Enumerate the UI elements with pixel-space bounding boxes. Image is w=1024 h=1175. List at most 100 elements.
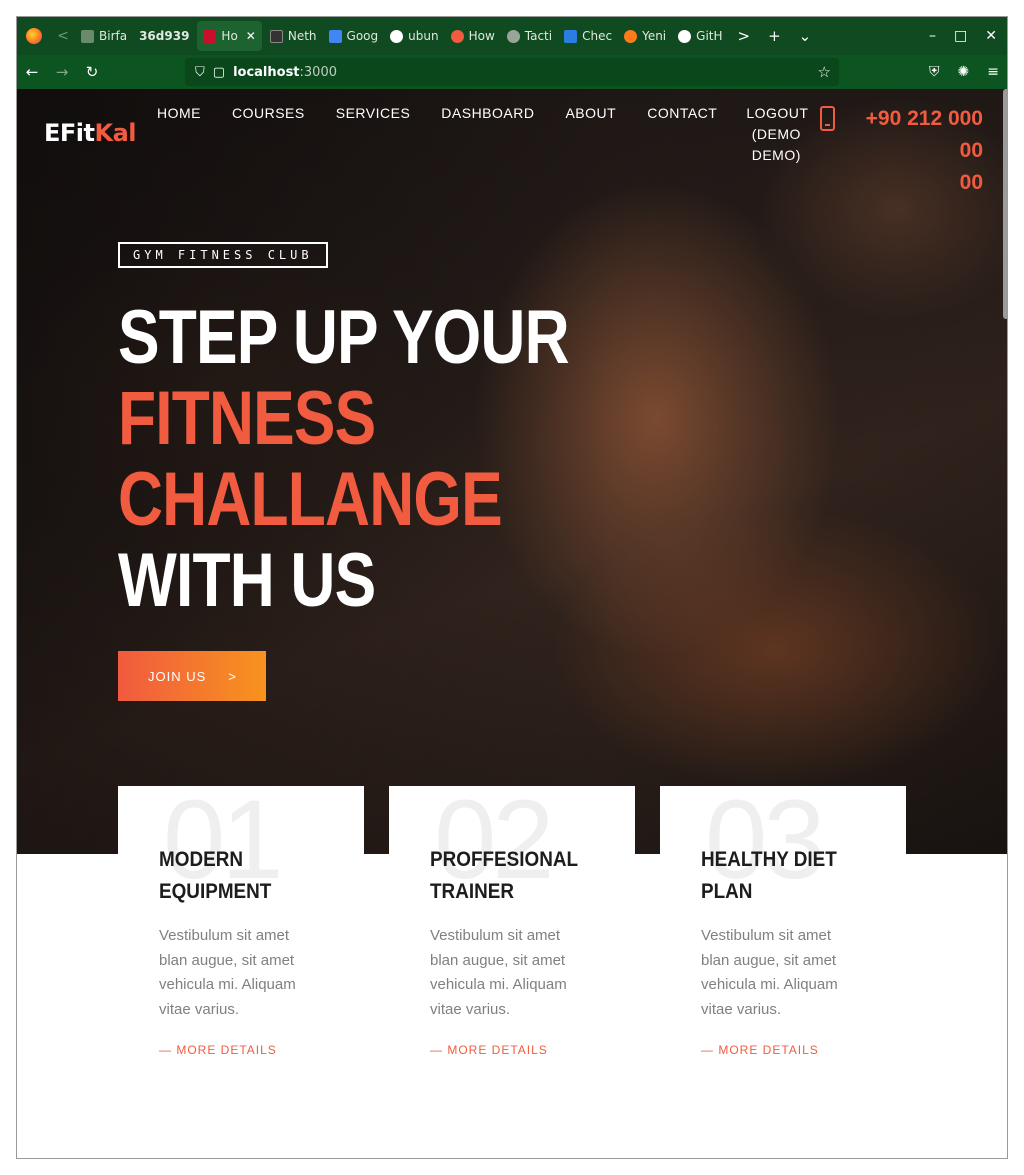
more-details-label: MORE DETAILS bbox=[718, 1043, 819, 1057]
browser-tab[interactable]: Chec bbox=[558, 21, 618, 51]
more-details-link[interactable]: — MORE DETAILS bbox=[159, 1043, 277, 1057]
browser-tab[interactable]: Birfa bbox=[75, 21, 133, 51]
browser-tab[interactable]: Goog bbox=[323, 21, 385, 51]
feature-title-line: TRAINER bbox=[430, 880, 515, 903]
menu-icon[interactable]: ≡ bbox=[987, 64, 999, 80]
tab-label: Ho bbox=[221, 29, 238, 43]
logo-text: EFit bbox=[44, 119, 95, 147]
page-icon: ▢ bbox=[212, 64, 226, 80]
more-details-label: MORE DETAILS bbox=[176, 1043, 277, 1057]
tab-strip: < Birfa 36d939 Ho ✕ Neth Goog ubun How Ta… bbox=[17, 17, 1007, 55]
headline-line-highlight: FITNESS bbox=[118, 376, 376, 461]
tab-label: ubun bbox=[408, 29, 439, 43]
join-us-button[interactable]: JOIN US > bbox=[118, 651, 266, 701]
menu-item-about[interactable]: ABOUT bbox=[565, 103, 616, 166]
new-tab-button[interactable]: + bbox=[759, 27, 790, 45]
logout-label: LOGOUT bbox=[746, 105, 809, 121]
reload-icon[interactable]: ↻ bbox=[77, 63, 107, 81]
headline-line-highlight: CHALLANGE bbox=[118, 457, 503, 542]
close-window-icon[interactable]: ✕ bbox=[985, 28, 997, 44]
google-icon bbox=[390, 29, 404, 43]
back-icon[interactable]: ← bbox=[17, 63, 47, 81]
url-bar[interactable]: ⛉ ▢ localhost:3000 ☆ bbox=[185, 58, 839, 86]
tab-label: GitH bbox=[696, 29, 723, 43]
web-page: EFitKal HOME COURSES SERVICES DASHBOARD … bbox=[17, 89, 1007, 1158]
feature-title: HEALTHY DIET PLAN bbox=[701, 844, 872, 908]
logo-accent-text: Kal bbox=[94, 119, 137, 147]
forward-icon[interactable]: → bbox=[47, 63, 77, 81]
browser-tab[interactable]: ubun bbox=[384, 21, 444, 51]
tab-label: Neth bbox=[287, 29, 317, 43]
tab-label: Tacti bbox=[524, 29, 553, 43]
tab-label: How bbox=[468, 29, 495, 43]
feature-card: 01 MODERN EQUIPMENT Vestibulum sit amet b… bbox=[118, 784, 364, 1086]
feature-card: 02 PROFFESIONAL TRAINER Vestibulum sit am… bbox=[389, 784, 635, 1086]
more-details-label: MORE DETAILS bbox=[447, 1043, 548, 1057]
menu-item-logout[interactable]: LOGOUT (DEMO DEMO) bbox=[746, 103, 809, 166]
maximize-icon[interactable]: □ bbox=[954, 28, 967, 44]
browser-tab[interactable]: Tacti bbox=[501, 21, 558, 51]
tab-label: 36d939 bbox=[139, 29, 190, 43]
headline-line: WITH US bbox=[118, 538, 376, 623]
more-details-link[interactable]: — MORE DETAILS bbox=[701, 1043, 819, 1057]
feature-title: MODERN EQUIPMENT bbox=[159, 844, 330, 908]
feature-title-line: HEALTHY DIET bbox=[701, 848, 837, 871]
tab-scroll-left-icon[interactable]: < bbox=[51, 28, 75, 44]
hero-headline: STEP UP YOUR FITNESS CHALLANGE WITH US bbox=[118, 295, 570, 623]
join-us-label: JOIN US bbox=[148, 668, 207, 684]
github-icon bbox=[678, 29, 692, 43]
browser-tab[interactable]: How bbox=[445, 21, 501, 51]
browser-tab[interactable]: GitH bbox=[672, 21, 728, 51]
minimize-icon[interactable]: – bbox=[929, 28, 936, 44]
tab-label: Chec bbox=[582, 29, 613, 43]
tab-label: Goog bbox=[346, 29, 379, 43]
tab-favicon-icon bbox=[81, 29, 94, 43]
tab-favicon-icon bbox=[564, 29, 578, 43]
browser-tab[interactable]: Yeni bbox=[618, 21, 672, 51]
more-details-link[interactable]: — MORE DETAILS bbox=[430, 1043, 548, 1057]
hero-tag: GYM FITNESS CLUB bbox=[118, 242, 328, 268]
feature-description: Vestibulum sit amet blan augue, sit amet… bbox=[430, 927, 567, 1018]
site-logo[interactable]: EFitKal bbox=[44, 119, 137, 147]
feature-title-line: PLAN bbox=[701, 880, 753, 903]
feature-title: PROFFESIONAL TRAINER bbox=[430, 844, 601, 908]
menu-item-courses[interactable]: COURSES bbox=[232, 103, 305, 166]
shield-icon[interactable]: ⛉ bbox=[195, 65, 205, 80]
list-tabs-icon[interactable]: ⌄ bbox=[790, 27, 821, 45]
tab-favicon-icon bbox=[269, 29, 283, 43]
logout-user-label: (DEMO bbox=[751, 126, 801, 142]
pocket-icon[interactable]: ⛨ bbox=[929, 64, 940, 80]
phone-contact[interactable]: +90 212 000 00 00 bbox=[820, 103, 983, 199]
browser-window: < Birfa 36d939 Ho ✕ Neth Goog ubun How Ta… bbox=[16, 16, 1008, 1159]
feature-title-line: MODERN bbox=[159, 848, 244, 871]
scrollbar-thumb[interactable] bbox=[1003, 89, 1007, 319]
tab-favicon-icon bbox=[450, 29, 464, 43]
extension-icon[interactable]: ✺ bbox=[958, 64, 970, 80]
feature-description: Vestibulum sit amet blan augue, sit amet… bbox=[159, 927, 296, 1018]
logout-user-label: DEMO) bbox=[751, 147, 801, 163]
phone-number-line: 00 bbox=[959, 171, 983, 194]
tab-label: Birfa bbox=[99, 29, 128, 43]
feature-description: Vestibulum sit amet blan augue, sit amet… bbox=[701, 927, 838, 1018]
chevron-right-icon: > bbox=[228, 668, 237, 684]
main-menu: HOME COURSES SERVICES DASHBOARD ABOUT CO… bbox=[157, 103, 837, 166]
window-controls: – □ ✕ bbox=[929, 28, 1007, 44]
bookmark-star-icon[interactable]: ☆ bbox=[818, 63, 839, 81]
firefox-icon[interactable] bbox=[17, 17, 51, 55]
tab-scroll-right-icon[interactable]: > bbox=[729, 27, 760, 45]
menu-item-home[interactable]: HOME bbox=[157, 103, 201, 166]
firefox-icon bbox=[624, 29, 638, 43]
browser-tab[interactable]: 36d939 bbox=[133, 21, 195, 51]
phone-number: +90 212 000 00 00 bbox=[843, 103, 983, 199]
menu-item-services[interactable]: SERVICES bbox=[336, 103, 411, 166]
menu-item-dashboard[interactable]: DASHBOARD bbox=[441, 103, 534, 166]
phone-number-line: +90 212 000 00 bbox=[865, 107, 983, 162]
headline-line: STEP UP YOUR bbox=[118, 295, 570, 380]
toolbar-right: ⛨ ✺ ≡ bbox=[929, 55, 999, 89]
tab-label: Yeni bbox=[642, 29, 667, 43]
tab-favicon-icon bbox=[203, 29, 217, 43]
browser-tab-active[interactable]: Ho ✕ bbox=[197, 21, 262, 51]
menu-item-contact[interactable]: CONTACT bbox=[647, 103, 717, 166]
tab-close-icon[interactable]: ✕ bbox=[246, 29, 256, 43]
browser-tab[interactable]: Neth bbox=[264, 21, 323, 51]
